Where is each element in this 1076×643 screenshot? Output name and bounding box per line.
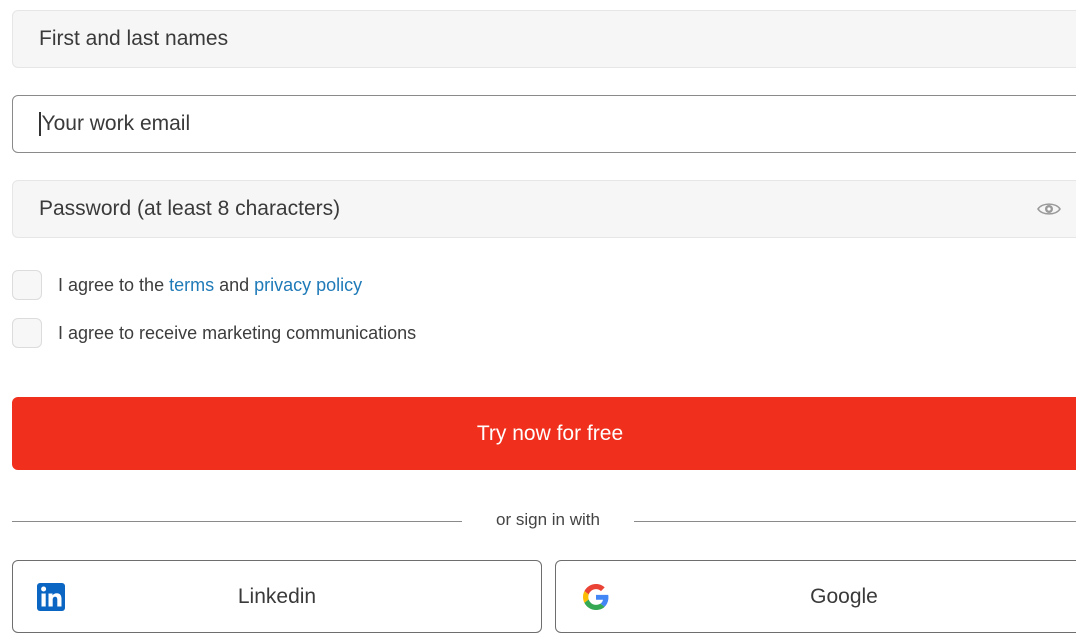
password-field-placeholder: Password (at least 8 characters)	[39, 197, 341, 220]
google-button-label: Google	[810, 584, 878, 608]
marketing-consent-row: I agree to receive marketing communicati…	[12, 318, 416, 348]
google-sign-in-button[interactable]: Google	[555, 560, 1076, 633]
try-free-button-label: Try now for free	[476, 421, 624, 445]
email-field[interactable]: Your work email	[12, 95, 1076, 153]
terms-label: I agree to the terms and privacy policy	[58, 275, 362, 296]
marketing-label: I agree to receive marketing communicati…	[58, 322, 417, 343]
eye-icon[interactable]	[1037, 201, 1061, 217]
terms-link[interactable]: terms	[169, 275, 214, 295]
signup-form: First and last names Your work email Pas…	[0, 0, 1076, 643]
terms-consent-row: I agree to the terms and privacy policy	[12, 270, 362, 300]
marketing-checkbox[interactable]	[12, 318, 42, 348]
terms-label-prefix: I agree to the	[58, 274, 170, 295]
text-caret	[39, 112, 41, 136]
name-field[interactable]: First and last names	[12, 10, 1076, 68]
terms-label-middle: and	[214, 274, 255, 295]
privacy-policy-link[interactable]: privacy policy	[254, 275, 362, 295]
divider-line-left	[12, 521, 462, 522]
try-free-button[interactable]: Try now for free	[12, 397, 1076, 470]
divider-text: or sign in with	[496, 510, 600, 529]
name-field-placeholder: First and last names	[39, 27, 229, 50]
password-field[interactable]: Password (at least 8 characters)	[12, 180, 1076, 238]
linkedin-sign-in-button[interactable]: Linkedin	[12, 560, 542, 633]
linkedin-button-label: Linkedin	[237, 584, 317, 608]
social-divider: or sign in with	[12, 510, 1076, 534]
terms-checkbox[interactable]	[12, 270, 42, 300]
divider-line-right	[634, 521, 1076, 522]
email-field-placeholder: Your work email	[41, 112, 191, 135]
